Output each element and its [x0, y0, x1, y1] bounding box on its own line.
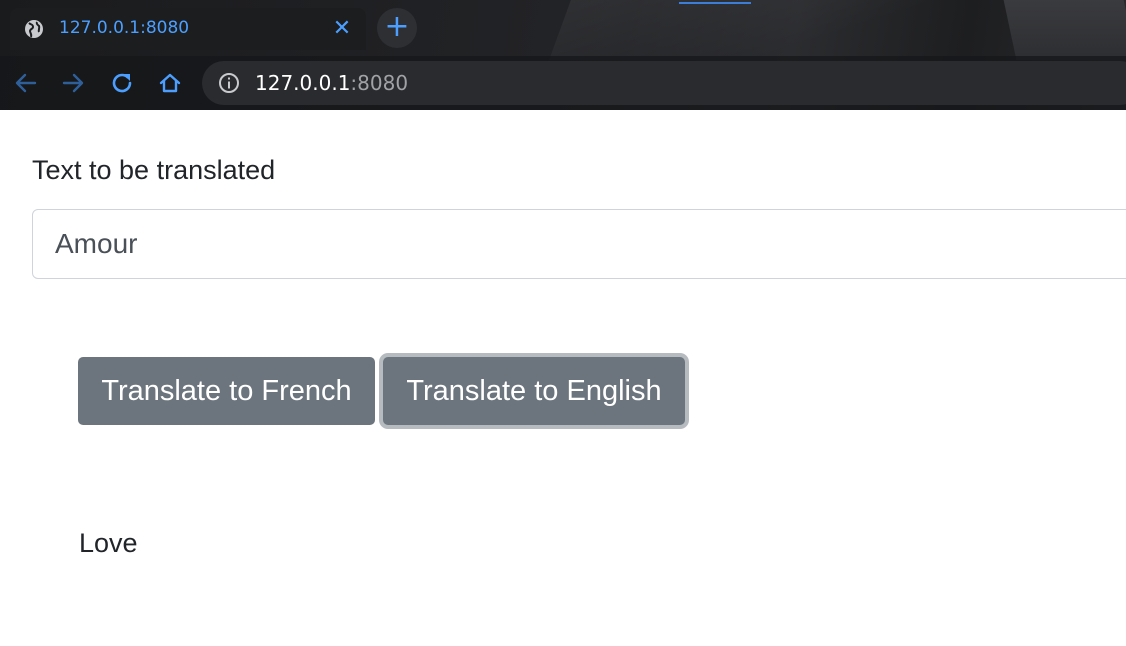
address-bar[interactable]: 127.0.0.1:8080 [202, 61, 1126, 105]
tab-strip-indicator [679, 2, 751, 4]
forward-button[interactable] [56, 66, 90, 100]
back-button[interactable] [9, 66, 43, 100]
address-url: 127.0.0.1:8080 [255, 71, 408, 95]
url-port: :8080 [350, 71, 409, 95]
plus-icon: + [384, 9, 410, 44]
browser-tab[interactable]: 127.0.0.1:8080 ✕ [10, 8, 366, 50]
url-host: 127.0.0.1 [255, 71, 351, 95]
theme-decoration [1003, 0, 1126, 60]
new-tab-button[interactable]: + [377, 8, 417, 48]
reload-icon [112, 73, 132, 93]
translate-to-english-button[interactable]: Translate to English [383, 357, 685, 425]
home-button[interactable] [153, 66, 187, 100]
browser-chrome: 127.0.0.1:8080 ✕ + 127.0.0.1:8080 [0, 0, 1126, 110]
arrow-left-icon [15, 73, 37, 93]
globe-icon [24, 19, 44, 39]
browser-toolbar: 127.0.0.1:8080 [0, 56, 1126, 110]
translation-result: Love [79, 528, 138, 558]
arrow-right-icon [62, 73, 84, 93]
theme-decoration [549, 0, 1031, 60]
tab-title: 127.0.0.1:8080 [59, 18, 190, 38]
reload-button[interactable] [105, 66, 139, 100]
text-to-translate-input[interactable] [32, 209, 1126, 279]
input-label: Text to be translated [32, 155, 276, 185]
translate-to-french-button[interactable]: Translate to French [78, 357, 375, 425]
info-icon[interactable] [218, 72, 240, 94]
close-icon[interactable]: ✕ [330, 16, 354, 40]
home-icon [159, 73, 181, 93]
